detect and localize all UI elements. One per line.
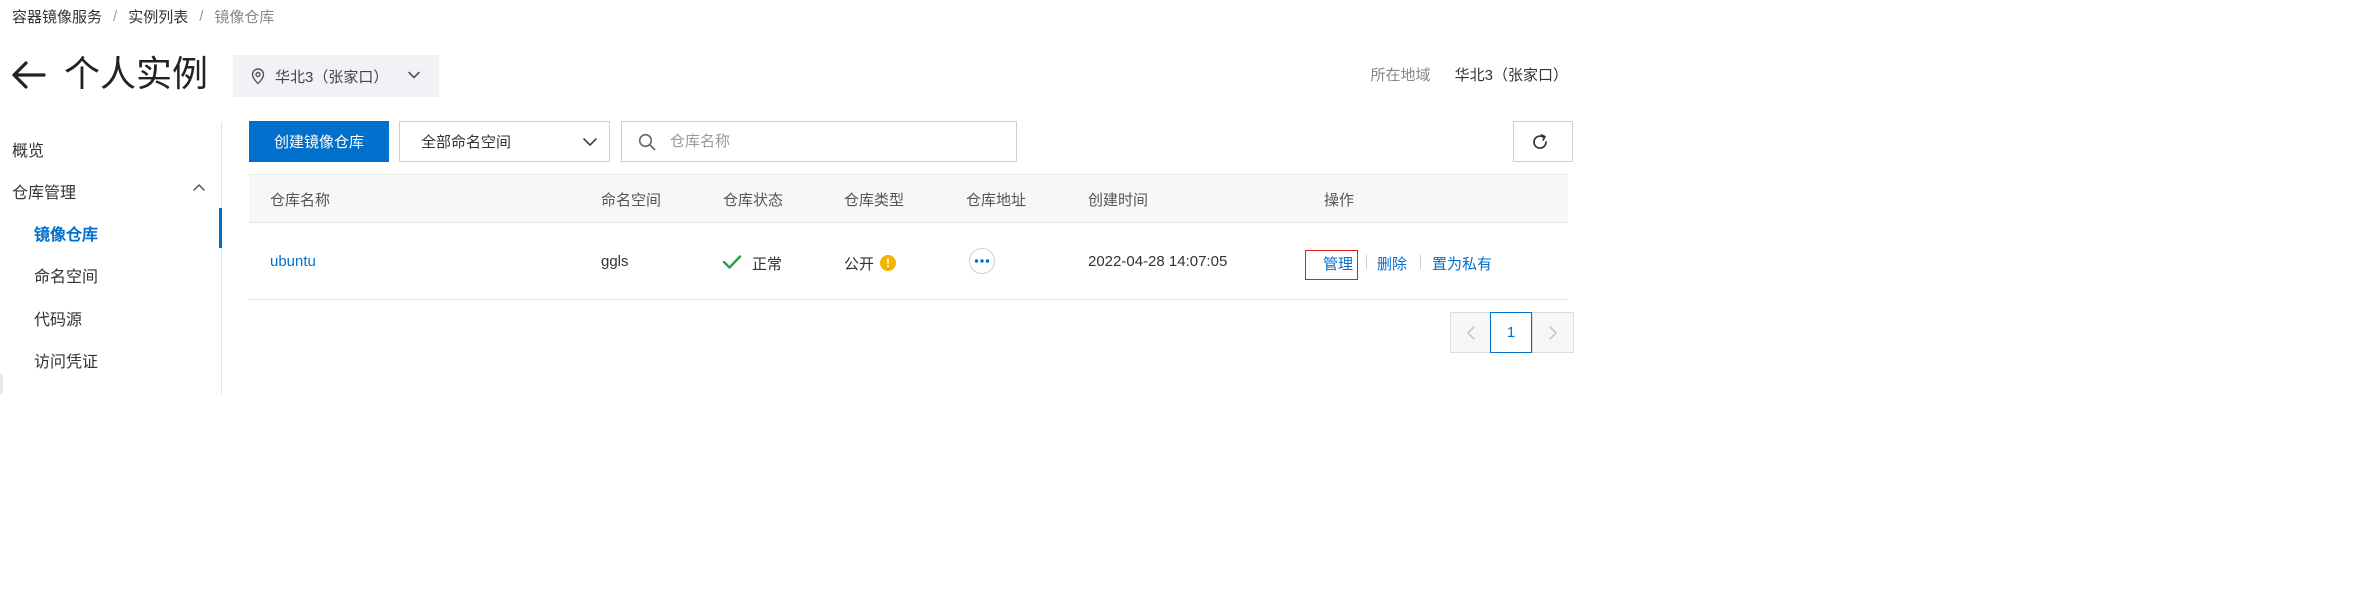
repo-created-time: 2022-04-28 14:07:05 (1088, 253, 1228, 270)
pagination-next-button[interactable] (1532, 312, 1574, 353)
more-dots-icon (974, 259, 990, 263)
sidebar-group-repo-management[interactable]: 仓库管理 (12, 179, 76, 203)
breadcrumb-separator: / (113, 8, 118, 25)
sidebar-scroll-mark (0, 374, 3, 394)
repo-namespace: ggls (601, 253, 629, 270)
region-value: 华北3（张家口） (1454, 67, 1568, 84)
sidebar-active-indicator (219, 208, 222, 248)
manage-link[interactable]: 管理 (1323, 253, 1353, 274)
sidebar-item-access-credentials[interactable]: 访问凭证 (34, 348, 98, 372)
breadcrumb-item-service[interactable]: 容器镜像服务 (12, 6, 102, 27)
refresh-button[interactable] (1513, 121, 1573, 162)
warning-icon[interactable]: ! (880, 255, 896, 271)
column-header-address: 仓库地址 (966, 192, 1027, 209)
region-select[interactable]: 华北3（张家口） (233, 55, 439, 97)
namespace-select-value: 全部命名空间 (421, 134, 512, 151)
search-icon (638, 133, 656, 150)
column-header-repo-name: 仓库名称 (270, 192, 331, 209)
chevron-up-icon[interactable] (192, 181, 206, 193)
column-header-status: 仓库状态 (723, 192, 784, 209)
repo-address-more-button[interactable] (969, 248, 995, 274)
column-header-namespace: 命名空间 (601, 192, 662, 209)
pagination-prev-button[interactable] (1450, 312, 1492, 353)
column-header-created: 创建时间 (1088, 192, 1149, 209)
action-separator (1420, 255, 1421, 269)
make-private-link[interactable]: 置为私有 (1432, 253, 1492, 274)
table-header (249, 174, 1568, 223)
chevron-left-icon (1467, 325, 1475, 340)
pagination-page-1[interactable]: 1 (1490, 312, 1532, 353)
sidebar-item-code-sources[interactable]: 代码源 (34, 306, 82, 330)
location-pin-icon (251, 67, 265, 84)
sidebar-divider (221, 122, 222, 394)
create-repo-button[interactable]: 创建镜像仓库 (249, 121, 389, 162)
sidebar-item-namespaces[interactable]: 命名空间 (34, 263, 98, 287)
repo-name-link[interactable]: ubuntu (270, 253, 316, 270)
column-header-actions: 操作 (1324, 192, 1355, 209)
repo-status: 正常 (752, 256, 783, 273)
delete-link[interactable]: 删除 (1377, 253, 1407, 274)
chevron-right-icon (1549, 325, 1557, 340)
repo-type: 公开 (844, 256, 875, 273)
back-arrow-icon[interactable] (10, 60, 46, 90)
sidebar-item-overview[interactable]: 概览 (12, 137, 44, 161)
breadcrumb-item-instances[interactable]: 实例列表 (128, 6, 188, 27)
breadcrumb-item-current: 镜像仓库 (214, 9, 275, 26)
search-input[interactable] (668, 132, 992, 151)
chevron-down-icon (583, 138, 597, 146)
check-icon (722, 255, 742, 269)
breadcrumb: 容器镜像服务 / 实例列表 / 镜像仓库 (12, 6, 274, 27)
search-box (621, 121, 1017, 162)
column-header-type: 仓库类型 (844, 192, 905, 209)
sidebar-item-image-repos[interactable]: 镜像仓库 (34, 221, 98, 245)
breadcrumb-separator: / (199, 8, 204, 25)
refresh-icon (1533, 133, 1547, 149)
namespace-select[interactable]: 全部命名空间 (399, 121, 610, 162)
table-row-border (249, 299, 1568, 300)
action-separator (1366, 255, 1367, 269)
chevron-down-icon (408, 71, 420, 79)
region-info: 所在地域 华北3（张家口） (1370, 64, 1568, 85)
region-select-value: 华北3（张家口） (275, 68, 389, 86)
page-title: 个人实例 (64, 53, 209, 94)
region-label: 所在地域 (1370, 67, 1431, 84)
